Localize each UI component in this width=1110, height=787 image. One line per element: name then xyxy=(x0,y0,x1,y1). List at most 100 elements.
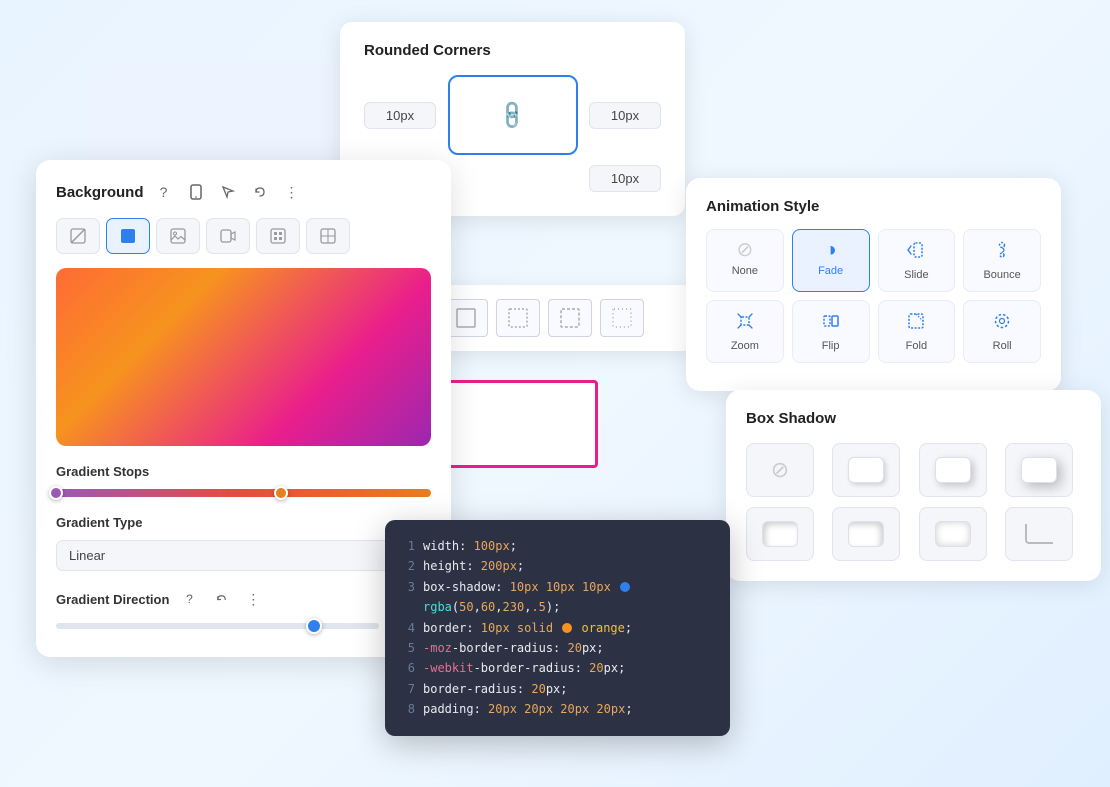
code-num-6: 6 xyxy=(403,658,415,678)
code-line-3: 3 box-shadow: 10px 10px 10px rgba(50,60,… xyxy=(403,577,712,618)
code-tooltip: 1 width: 100px; 2 height: 200px; 3 box-s… xyxy=(385,520,730,736)
shadow-option-md[interactable] xyxy=(919,443,987,497)
panel-header: Background ? ⋮ xyxy=(56,180,431,204)
code-content-2: height: 200px; xyxy=(423,556,524,576)
bg-type-custom[interactable] xyxy=(306,218,350,254)
bg-type-video[interactable] xyxy=(206,218,250,254)
gradient-dir-more[interactable]: ⋮ xyxy=(241,587,265,611)
shadow-none-icon: ⊘ xyxy=(771,457,789,483)
gradient-direction-handle[interactable] xyxy=(306,618,322,634)
anim-option-roll[interactable]: Roll xyxy=(963,300,1041,363)
anim-option-flip[interactable]: Flip xyxy=(792,300,870,363)
code-content-8: padding: 20px 20px 20px 20px; xyxy=(423,699,633,719)
anim-slide-label: Slide xyxy=(904,269,928,281)
shadow-options-grid: ⊘ xyxy=(746,443,1081,561)
code-content-6: -webkit-border-radius: 20px; xyxy=(423,658,625,678)
shadow-preview-inner-full xyxy=(935,521,971,547)
animation-options-grid: ⊘ None ◑ Fade Slide Bounce Zoom xyxy=(706,229,1041,363)
shadow-option-corner[interactable] xyxy=(1005,507,1073,561)
anim-flip-icon xyxy=(821,311,841,335)
gradient-dir-undo[interactable] xyxy=(209,587,233,611)
code-num-4: 4 xyxy=(403,618,415,638)
more-icon-btn[interactable]: ⋮ xyxy=(280,180,304,204)
anim-zoom-label: Zoom xyxy=(731,340,759,352)
anim-fold-icon xyxy=(906,311,926,335)
anim-none-label: None xyxy=(732,265,758,277)
box-shadow-title: Box Shadow xyxy=(746,410,1081,427)
rc-box-preview: 🔗 xyxy=(448,75,578,155)
bg-type-pattern[interactable] xyxy=(256,218,300,254)
gradient-preview xyxy=(56,268,431,446)
code-num-2: 2 xyxy=(403,556,415,576)
anim-slide-icon xyxy=(906,240,926,264)
stop-handle-orange[interactable] xyxy=(274,486,288,500)
code-num-1: 1 xyxy=(403,536,415,556)
shadow-option-inner-bl[interactable] xyxy=(746,507,814,561)
shape-option-dots[interactable] xyxy=(600,299,644,337)
code-line-8: 8 padding: 20px 20px 20px 20px; xyxy=(403,699,712,719)
anim-bounce-icon xyxy=(992,240,1012,264)
gradient-type-label: Gradient Type xyxy=(56,515,431,530)
anim-roll-label: Roll xyxy=(993,340,1012,352)
rounded-corners-title: Rounded Corners xyxy=(364,42,661,59)
panel-title: Background xyxy=(56,184,144,201)
shadow-option-lg[interactable] xyxy=(1005,443,1073,497)
code-content-1: width: 100px; xyxy=(423,536,517,556)
rc-link-icon: 🔗 xyxy=(495,97,530,132)
cursor-icon-btn[interactable] xyxy=(216,180,240,204)
code-line-2: 2 height: 200px; xyxy=(403,556,712,576)
shadow-option-none[interactable]: ⊘ xyxy=(746,443,814,497)
shadow-option-inner-full[interactable] xyxy=(919,507,987,561)
rounded-corners-top-row: 🔗 xyxy=(364,75,661,155)
code-content-4: border: 10px solid orange; xyxy=(423,618,632,638)
code-line-5: 5 -moz-border-radius: 20px; xyxy=(403,638,712,658)
bg-type-solid[interactable] xyxy=(106,218,150,254)
anim-fade-label: Fade xyxy=(818,265,843,277)
gradient-dir-help[interactable]: ? xyxy=(177,587,201,611)
code-num-7: 7 xyxy=(403,679,415,699)
code-content-5: -moz-border-radius: 20px; xyxy=(423,638,604,658)
bg-type-none[interactable] xyxy=(56,218,100,254)
anim-roll-icon xyxy=(992,311,1012,335)
shadow-option-sm[interactable] xyxy=(832,443,900,497)
shadow-preview-lg xyxy=(1021,457,1057,483)
stop-handle-purple[interactable] xyxy=(49,486,63,500)
anim-option-zoom[interactable]: Zoom xyxy=(706,300,784,363)
animation-title: Animation Style xyxy=(706,198,1041,215)
anim-none-icon: ⊘ xyxy=(736,240,753,260)
code-content-7: border-radius: 20px; xyxy=(423,679,568,699)
rc-top-left-input[interactable] xyxy=(364,102,436,129)
anim-option-none[interactable]: ⊘ None xyxy=(706,229,784,292)
anim-option-bounce[interactable]: Bounce xyxy=(963,229,1041,292)
shape-option-left[interactable] xyxy=(496,299,540,337)
anim-option-fold[interactable]: Fold xyxy=(878,300,956,363)
rc-bottom-input[interactable] xyxy=(589,165,661,192)
gradient-stops-track[interactable] xyxy=(56,489,431,497)
anim-zoom-icon xyxy=(735,311,755,335)
shadow-option-inner-br[interactable] xyxy=(832,507,900,561)
mobile-icon-btn[interactable] xyxy=(184,180,208,204)
shadow-preview-inner-bl xyxy=(762,521,798,547)
code-num-5: 5 xyxy=(403,638,415,658)
bg-type-row xyxy=(56,218,431,254)
code-line-7: 7 border-radius: 20px; xyxy=(403,679,712,699)
gradient-direction-track[interactable] xyxy=(56,623,379,629)
anim-flip-label: Flip xyxy=(822,340,840,352)
undo-icon-btn[interactable] xyxy=(248,180,272,204)
gradient-direction-header: Gradient Direction ? ⋮ xyxy=(56,587,431,611)
code-content-3: box-shadow: 10px 10px 10px rgba(50,60,23… xyxy=(423,577,712,618)
help-icon-btn[interactable]: ? xyxy=(152,180,176,204)
gradient-direction-label: Gradient Direction xyxy=(56,592,169,607)
anim-option-fade[interactable]: ◑ Fade xyxy=(792,229,870,292)
gradient-type-select[interactable]: Linear xyxy=(56,540,431,571)
code-num-3: 3 xyxy=(403,577,415,618)
anim-option-slide[interactable]: Slide xyxy=(878,229,956,292)
rc-top-right-input[interactable] xyxy=(589,102,661,129)
shape-option-dashed[interactable] xyxy=(548,299,592,337)
shadow-preview-corner xyxy=(1025,524,1053,544)
shape-options-card xyxy=(430,285,695,351)
code-line-6: 6 -webkit-border-radius: 20px; xyxy=(403,658,712,678)
bg-type-image[interactable] xyxy=(156,218,200,254)
anim-bounce-label: Bounce xyxy=(983,269,1020,281)
pink-border-box xyxy=(445,380,598,468)
